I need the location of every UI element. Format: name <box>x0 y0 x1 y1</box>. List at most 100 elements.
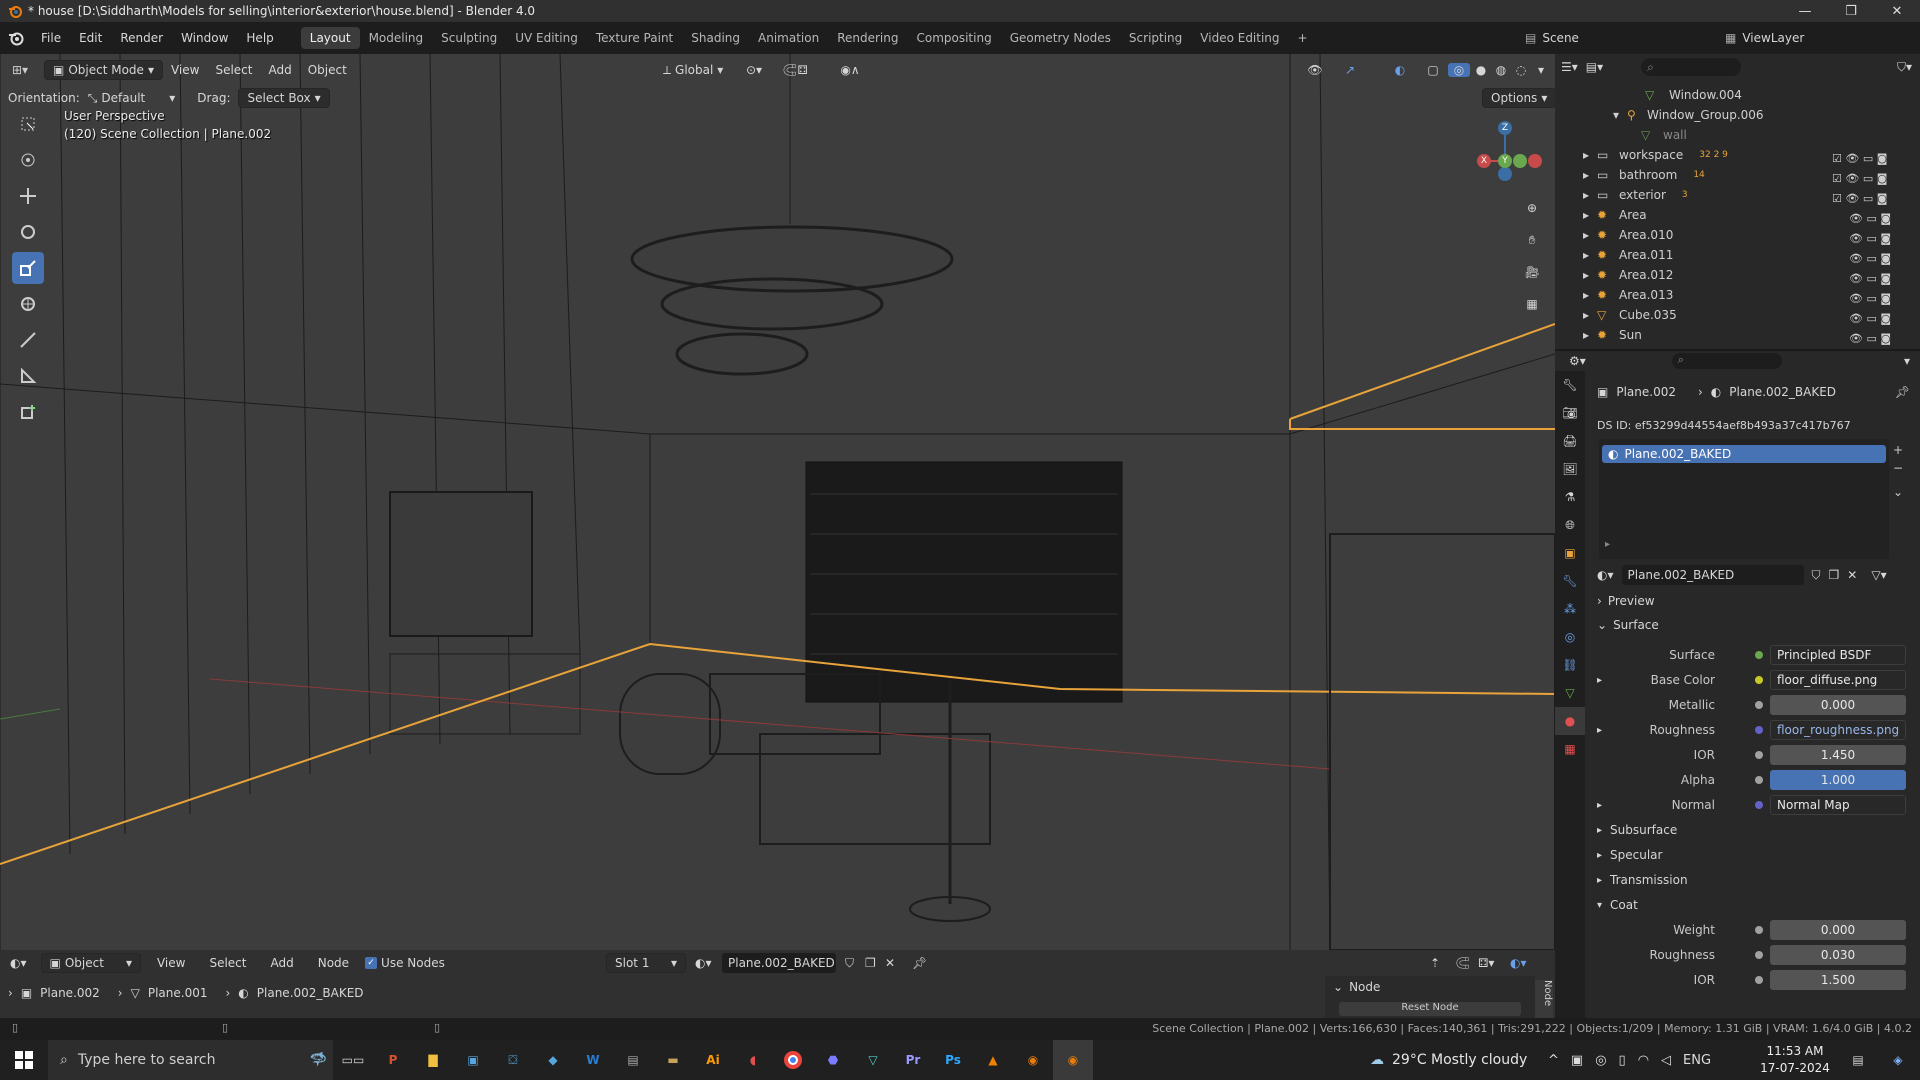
outliner-search-field[interactable]: ⌕ <box>1641 58 1742 76</box>
weather-widget[interactable]: ☁ 29°C Mostly cloudy <box>1370 1040 1527 1080</box>
scene-tab-icon[interactable]: ⚗ <box>1555 483 1585 511</box>
proportional-edit-icon[interactable]: ◉∧ <box>830 63 870 77</box>
node-pin-icon[interactable]: 📌︎ <box>912 956 927 970</box>
wireframe-shading-icon[interactable]: ◎ <box>1448 63 1470 77</box>
visibility-eye-icon[interactable]: ☑ 👁︎ ▭ ◙ <box>1832 169 1912 189</box>
select-box-tool-icon[interactable] <box>12 108 44 140</box>
texture-tab-icon[interactable]: ▦ <box>1555 735 1585 763</box>
surface-shader-field[interactable]: Principled BSDF <box>1770 645 1906 665</box>
visibility-eye-icon[interactable]: 👁︎ ▭ ◙ <box>1832 269 1912 289</box>
move-tool-icon[interactable] <box>12 180 44 212</box>
minimize-icon[interactable]: — <box>1782 0 1828 22</box>
normal-field[interactable]: Normal Map <box>1770 795 1906 815</box>
tray-app-icon[interactable]: ▣ <box>1571 1053 1583 1068</box>
menu-file[interactable]: File <box>32 22 70 54</box>
expand-icon[interactable]: ▸ <box>1597 725 1602 736</box>
display-mode-icon[interactable]: ▤▾ <box>1586 60 1603 74</box>
coat-ior-field[interactable]: 1.500 <box>1770 970 1906 990</box>
remove-slot-icon[interactable]: − <box>1893 461 1913 479</box>
base-color-field[interactable]: floor_diffuse.png <box>1770 670 1906 690</box>
tab-sculpting[interactable]: Sculpting <box>432 27 506 49</box>
powerpoint-icon[interactable]: P <box>373 1040 413 1080</box>
measure-tool-icon[interactable] <box>12 360 44 392</box>
slot-dropdown[interactable]: Slot 1 ▾ <box>606 953 686 973</box>
visibility-icon[interactable]: 👁︎ <box>1300 63 1330 77</box>
alpha-field[interactable]: 1.000 <box>1770 770 1906 790</box>
start-windows-icon[interactable] <box>0 1040 48 1080</box>
app-icon[interactable]: ◆ <box>533 1040 573 1080</box>
app-icon[interactable]: ▣ <box>453 1040 493 1080</box>
vlc-icon[interactable]: ▲ <box>973 1040 1013 1080</box>
fake-user-icon[interactable]: ⛉ <box>1812 568 1821 583</box>
node-menu-add[interactable]: Add <box>262 956 301 970</box>
visibility-eye-icon[interactable]: 👁︎ ▭ ◙ <box>1832 209 1912 229</box>
volume-icon[interactable]: ◁ <box>1661 1053 1671 1068</box>
node-snap-mode-icon[interactable]: ⚃▾ <box>1478 956 1494 970</box>
tab-shading[interactable]: Shading <box>682 27 749 49</box>
battery-icon[interactable]: ▯ <box>1619 1053 1626 1068</box>
blender-taskbar-icon[interactable]: ◉ <box>1013 1040 1053 1080</box>
task-view-icon[interactable]: ▭▭ <box>333 1040 373 1080</box>
list-expand-icon[interactable]: ▸ <box>1605 539 1610 550</box>
object-tab-icon[interactable]: ▣ <box>1555 539 1585 567</box>
properties-search-field[interactable]: ⌕ <box>1671 353 1782 369</box>
gizmo-toggle-icon[interactable]: ↗ <box>1335 63 1365 77</box>
outliner-row[interactable]: ▽ wall <box>1555 125 1920 145</box>
menu-window[interactable]: Window <box>172 22 237 54</box>
node-menu-node[interactable]: Node <box>310 956 357 970</box>
metallic-field[interactable]: 0.000 <box>1770 695 1906 715</box>
expand-icon[interactable]: ▸ <box>1597 675 1602 686</box>
chevron-down-icon[interactable]: ⌄ <box>1333 980 1343 994</box>
mode-dropdown[interactable]: ▣ Object Mode ▾ <box>44 60 163 80</box>
shading-options-icon[interactable]: ▾ <box>1532 63 1550 77</box>
tab-uv-editing[interactable]: UV Editing <box>506 27 587 49</box>
snap-icon[interactable]: 🧲︎⚃ <box>775 63 815 77</box>
pivot-icon[interactable]: ⊙▾ <box>740 63 768 77</box>
overlay-toggle-icon[interactable]: ◐ <box>1385 63 1415 77</box>
tab-rendering[interactable]: Rendering <box>828 27 907 49</box>
pan-hand-icon[interactable]: ✋︎ <box>1518 226 1546 254</box>
menu-help[interactable]: Help <box>237 22 282 54</box>
visibility-eye-icon[interactable]: ☑ 👁︎ ▭ ◙ <box>1832 149 1912 169</box>
scene-selector[interactable]: ▤ Scene <box>1525 27 1705 49</box>
node-material-name[interactable]: Plane.002_BAKED <box>722 953 836 973</box>
cursor-tool-icon[interactable] <box>12 144 44 176</box>
chrome-icon[interactable] <box>773 1040 813 1080</box>
duplicate-icon[interactable]: ❐ <box>1829 568 1840 582</box>
unlink-icon[interactable]: ✕ <box>1847 568 1857 582</box>
node-material-browse-icon[interactable]: ◐▾ <box>695 956 712 970</box>
link-mode-icon[interactable]: ▽▾ <box>1871 568 1886 582</box>
scale-tool-icon[interactable] <box>12 252 44 284</box>
transform-tool-icon[interactable] <box>12 288 44 320</box>
tab-texture-paint[interactable]: Texture Paint <box>587 27 682 49</box>
viewlayer-selector[interactable]: ▦ ViewLayer <box>1725 27 1915 49</box>
physics-tab-icon[interactable]: ◎ <box>1555 623 1585 651</box>
node-menu-view[interactable]: View <box>149 956 193 970</box>
view-layer-tab-icon[interactable]: 🖼︎ <box>1555 455 1585 483</box>
roughness-field[interactable]: floor_roughness.png <box>1770 720 1906 740</box>
viewport-menu-view[interactable]: View <box>163 63 207 77</box>
file-explorer-icon[interactable]: ▇ <box>413 1040 453 1080</box>
visibility-eye-icon[interactable]: 👁︎ ▭ ◙ <box>1832 309 1912 329</box>
node-snap-icon[interactable]: 🧲︎ <box>1455 956 1470 970</box>
preview-section[interactable]: › Preview <box>1585 589 1920 613</box>
app-icon[interactable]: ⬣ <box>813 1040 853 1080</box>
viewport-menu-add[interactable]: Add <box>260 63 299 77</box>
tray-app-icon[interactable]: ◎ <box>1595 1053 1606 1068</box>
modifier-tab-icon[interactable]: 🔧︎ <box>1555 567 1585 595</box>
node-editor-type-icon[interactable]: ◐▾ <box>10 956 27 970</box>
data-tab-icon[interactable]: ▽ <box>1555 679 1585 707</box>
add-workspace-icon[interactable]: + <box>1289 27 1317 49</box>
coat-roughness-field[interactable]: 0.030 <box>1770 945 1906 965</box>
viewport-menu-object[interactable]: Object <box>300 63 355 77</box>
tab-modeling[interactable]: Modeling <box>360 27 433 49</box>
world-tab-icon[interactable]: 🌐︎ <box>1555 511 1585 539</box>
node-menu-select[interactable]: Select <box>201 956 254 970</box>
editor-type-icon[interactable]: ⊞▾ <box>0 63 40 77</box>
outliner-row[interactable]: ▽ Window.004 <box>1555 85 1920 105</box>
specular-section[interactable]: ▸ Specular <box>1585 843 1920 867</box>
navigation-gizmo[interactable]: Z X Y <box>1465 109 1545 189</box>
material-name-field[interactable]: Plane.002_BAKED <box>1621 565 1804 585</box>
taskbar-search-box[interactable]: ⌕ Type here to search 🦈︎ <box>48 1040 333 1080</box>
tab-layout[interactable]: Layout <box>300 27 360 49</box>
